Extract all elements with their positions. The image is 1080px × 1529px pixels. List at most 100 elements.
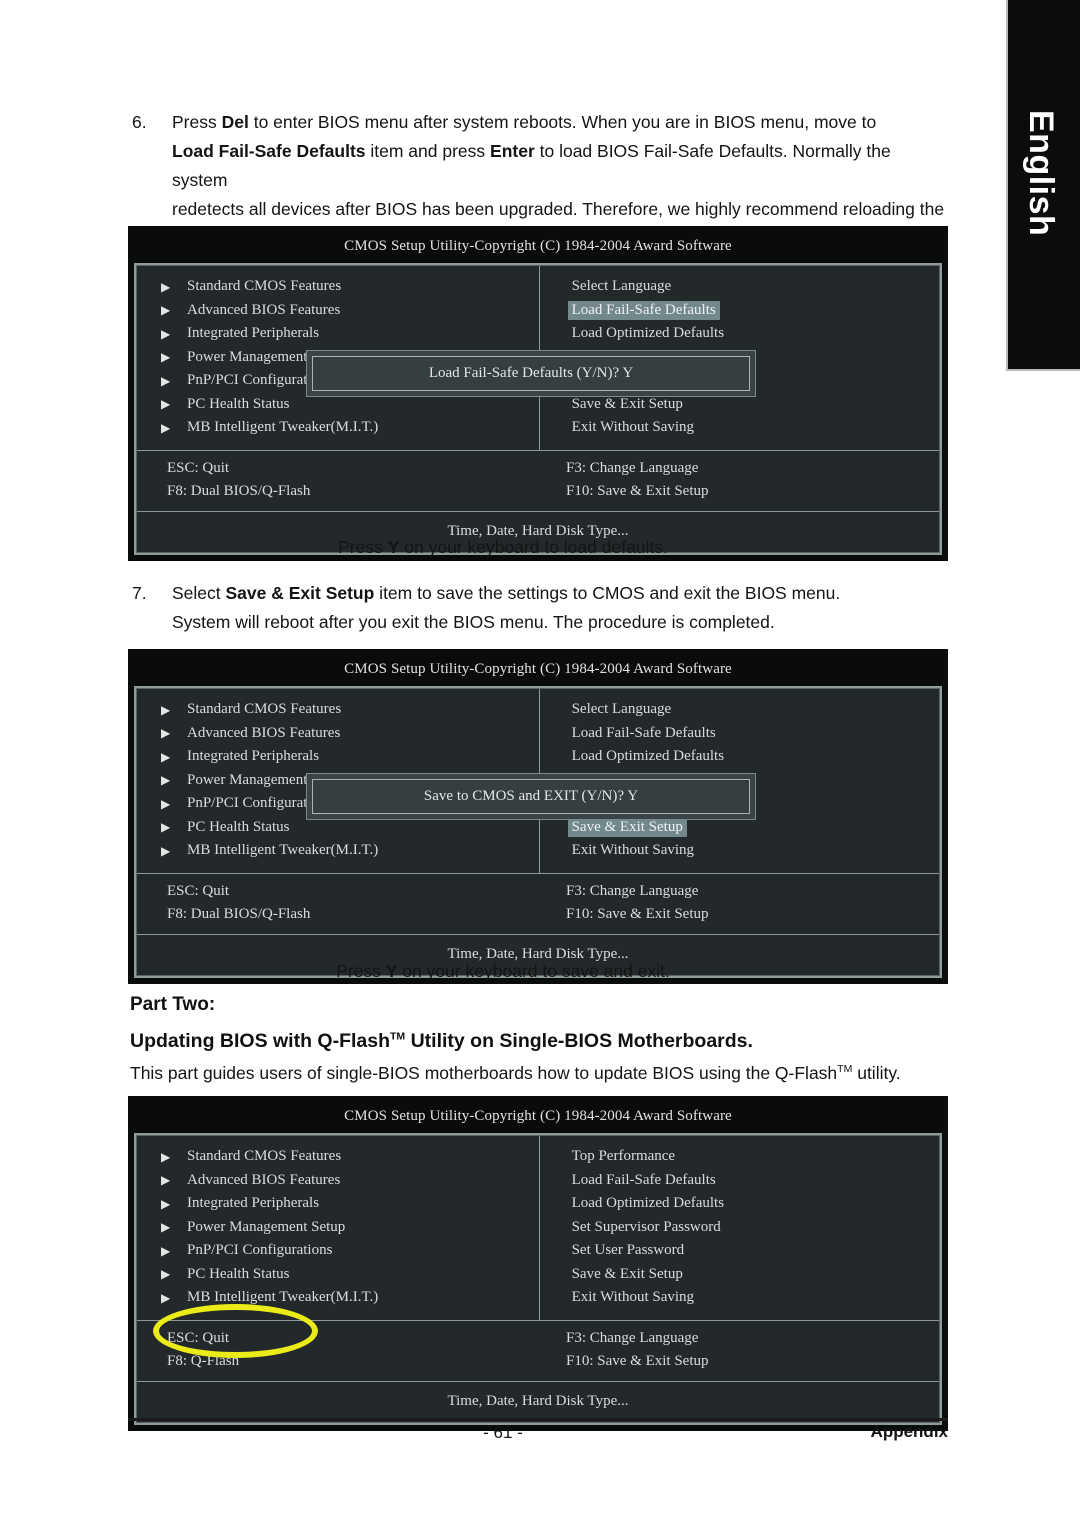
right-arrow-icon: ▶ (161, 749, 171, 764)
right-arrow-icon: ▶ (161, 1196, 171, 1211)
bios-menu-item[interactable]: ▶ Integrated Peripherals (137, 745, 539, 769)
part-two-label: Part Two: (130, 994, 216, 1015)
bios-menu-item[interactable]: Load Fail-Safe Defaults (540, 1169, 939, 1193)
bios-menu-item[interactable]: Exit Without Saving (540, 1286, 939, 1310)
bios-menu-item[interactable]: Set User Password (540, 1239, 939, 1263)
bios-menu-item[interactable]: ▶ PnP/PCI Configurations (137, 1239, 539, 1263)
page-content: 6. Press Del to enter BIOS menu after sy… (0, 0, 1006, 1529)
bios-menu-item-label: Integrated Peripherals (187, 325, 320, 342)
bios-menu-item[interactable]: Exit Without Saving (540, 416, 939, 440)
bios-screen-load-fail-safe-defaults: CMOS Setup Utility-Copyright (C) 1984-20… (128, 226, 948, 561)
step-6-l3: redetects all devices after BIOS has bee… (172, 199, 945, 219)
note-save-exit: Press Y on your keyboard to save and exi… (0, 961, 1006, 982)
bios-title: CMOS Setup Utility-Copyright (C) 1984-20… (344, 238, 732, 254)
step-7-item-save-exit: Save & Exit Setup (225, 583, 375, 603)
bios-key-hint: ESC: Quit (167, 459, 230, 476)
bios-menu-item-label: Advanced BIOS Features (187, 1171, 341, 1188)
bios-menu-item[interactable]: ▶ Integrated Peripherals (137, 322, 539, 346)
bios-menu-item[interactable]: ▶ Power Management Setup (137, 1216, 539, 1240)
part-two-title-pre: Updating BIOS with Q-Flash (130, 1030, 390, 1052)
bios-key-hint: F10: Save & Exit Setup (566, 1353, 709, 1370)
bios-menu-left-column: ▶ Standard CMOS Features ▶ Advanced BIOS F… (137, 1136, 540, 1320)
bios-menu-item-label: Standard CMOS Features (187, 1148, 342, 1165)
bios-menu-item[interactable]: ▶ Integrated Peripherals (137, 1192, 539, 1216)
bios-menu-item[interactable]: Top Performance (540, 1145, 939, 1169)
right-arrow-icon: ▶ (161, 1149, 171, 1164)
right-arrow-icon: ▶ (161, 843, 171, 858)
bios-menu-item-label: Exit Without Saving (571, 419, 695, 436)
bios-menu-item-label: Exit Without Saving (571, 1289, 695, 1306)
bios-menu-item-label: Advanced BIOS Features (187, 724, 341, 741)
note-load-defaults: Press Y on your keyboard to load default… (0, 537, 1006, 558)
bios-key-hint: F3: Change Language (566, 1329, 699, 1346)
note-save-exit-key: Y (385, 961, 398, 981)
right-arrow-icon: ▶ (161, 796, 171, 811)
bios-menu-item[interactable]: ▶ MB Intelligent Tweaker(M.I.T.) (137, 839, 539, 863)
bios-menu-item-label: Select Language (571, 278, 672, 295)
bios-menu-item[interactable]: Set Supervisor Password (540, 1216, 939, 1240)
bios-menu-item[interactable]: ▶ Standard CMOS Features (137, 1145, 539, 1169)
bios-frame: ▶ Standard CMOS Features ▶ Advanced BIOS F… (134, 686, 942, 978)
bios-menu-item[interactable]: ▶ Advanced BIOS Features (137, 1169, 539, 1193)
bios-menu-item-label: Exit Without Saving (571, 842, 695, 859)
bios-menu-item[interactable]: ▶ Advanced BIOS Features (137, 722, 539, 746)
step-7-text: Select Save & Exit Setup item to save th… (172, 579, 950, 637)
step-6-key-enter: Enter (490, 141, 535, 161)
confirm-dialog[interactable]: Save to CMOS and EXIT (Y/N)? Y (306, 773, 756, 820)
bios-menu-item[interactable]: Load Fail-Safe Defaults (540, 722, 939, 746)
bios-menu-item[interactable]: Save & Exit Setup (540, 1263, 939, 1287)
step-6-key-del: Del (221, 112, 249, 132)
bios-menu-item-label: MB Intelligent Tweaker(M.I.T.) (187, 419, 379, 436)
bios-key-hint: F3: Change Language (566, 882, 699, 899)
bios-menu-item[interactable]: Exit Without Saving (540, 839, 939, 863)
bios-key-hint: F8: Dual BIOS/Q-Flash (167, 906, 311, 923)
bios-menu-item[interactable]: Select Language (540, 698, 939, 722)
bios-key-hint: F10: Save & Exit Setup (566, 906, 709, 923)
bios-menu-item[interactable]: Load Optimized Defaults (540, 745, 939, 769)
bios-menu-item[interactable]: ▶ Standard CMOS Features (137, 275, 539, 299)
right-arrow-icon: ▶ (161, 1290, 171, 1305)
bios-title: CMOS Setup Utility-Copyright (C) 1984-20… (344, 661, 732, 677)
bios-menu-item[interactable]: Load Optimized Defaults (540, 322, 939, 346)
right-arrow-icon: ▶ (161, 303, 171, 318)
right-arrow-icon: ▶ (161, 420, 171, 435)
bios-menu-item-label: Standard CMOS Features (187, 278, 342, 295)
bios-key-hint: ESC: Quit (167, 882, 230, 899)
confirm-dialog[interactable]: Load Fail-Safe Defaults (Y/N)? Y (306, 350, 756, 397)
bios-menu-item[interactable]: ▶ Standard CMOS Features (137, 698, 539, 722)
bios-key-help: ESC: Quit F8: Dual BIOS/Q-Flash F3: Chan… (137, 451, 939, 512)
bios-menu: ▶ Standard CMOS Features ▶ Advanced BIOS F… (137, 1136, 939, 1321)
part-two-body-pre: This part guides users of single-BIOS mo… (130, 1063, 838, 1083)
bios-menu-item[interactable]: Load Optimized Defaults (540, 1192, 939, 1216)
note-load-defaults-key: Y (387, 537, 400, 557)
bios-key-help: ESC: Quit F8: Dual BIOS/Q-Flash F3: Chan… (137, 874, 939, 935)
bios-menu-item-label: Top Performance (571, 1148, 676, 1165)
bios-menu-item[interactable]: ▶ PC Health Status (137, 1263, 539, 1287)
step-6-l1c: to enter BIOS menu after system reboots.… (248, 112, 877, 132)
bios-menu-item-label: Load Optimized Defaults (571, 748, 725, 765)
bios-menu-item[interactable]: ▶ Advanced BIOS Features (137, 299, 539, 323)
bios-menu-item[interactable]: Select Language (540, 275, 939, 299)
bios-key-help-left: ESC: Quit F8: Dual BIOS/Q-Flash (137, 451, 538, 511)
bios-key-hint: F10: Save & Exit Setup (566, 483, 709, 500)
step-7-l1c: item to save the settings to CMOS and ex… (374, 583, 841, 603)
bios-menu-item[interactable]: ▶ MB Intelligent Tweaker(M.I.T.) (137, 416, 539, 440)
step-6-l2b: item and press (365, 141, 491, 161)
right-arrow-icon: ▶ (161, 279, 171, 294)
bios-menu-item-label: Save & Exit Setup (567, 817, 687, 837)
bios-menu-item-label: PnP/PCI Configurations (187, 1242, 333, 1259)
bios-menu-item-label: Load Fail-Safe Defaults (571, 1171, 716, 1188)
bios-menu-item-label: Advanced BIOS Features (187, 301, 341, 318)
footer-section-name: Appendix (870, 1422, 948, 1441)
right-arrow-icon: ▶ (161, 1173, 171, 1188)
bios-menu-item-label: Load Fail-Safe Defaults (571, 724, 716, 741)
bios-menu-item-selected[interactable]: Load Fail-Safe Defaults (540, 299, 939, 323)
note-load-defaults-post: on your keyboard to load defaults. (399, 537, 668, 557)
bios-screen-save-and-exit-setup: CMOS Setup Utility-Copyright (C) 1984-20… (128, 649, 948, 984)
bios-frame: ▶ Standard CMOS Features ▶ Advanced BIOS F… (134, 1133, 942, 1425)
q-flash-highlight-ellipse (153, 1304, 318, 1358)
note-load-defaults-pre: Press (338, 537, 388, 557)
bios-menu-item-label: Standard CMOS Features (187, 701, 342, 718)
bios-menu-item-label: Load Fail-Safe Defaults (567, 300, 720, 320)
step-7: 7. Select Save & Exit Setup item to save… (130, 579, 950, 637)
